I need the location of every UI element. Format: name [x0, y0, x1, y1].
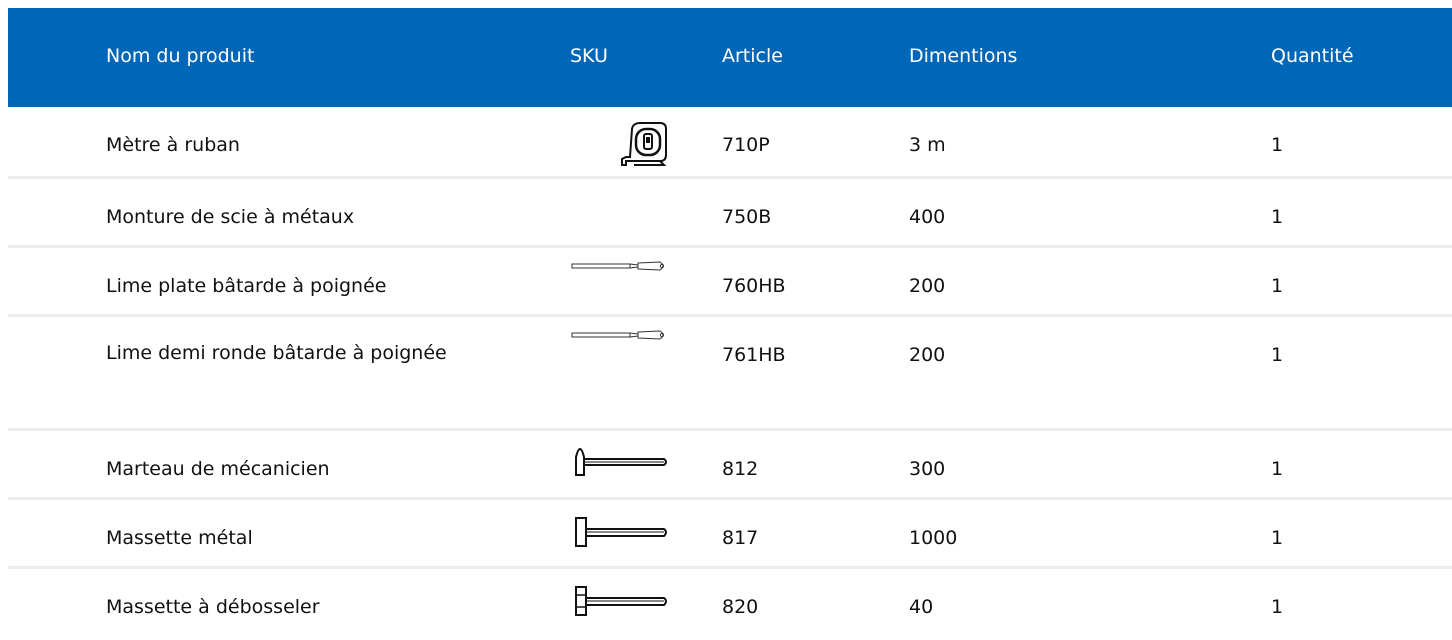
table-row[interactable]: Lime plate bâtarde à poignée 760HB 200 1 — [8, 248, 1452, 317]
table-row[interactable]: Lime demi ronde bâtarde à poignée 761HB … — [8, 317, 1452, 431]
table-row[interactable]: Monture de scie à métaux 750B 400 1 — [8, 179, 1452, 248]
dent-hammer-icon — [560, 579, 670, 629]
product-name: Monture de scie à métaux — [106, 206, 355, 228]
quantity-value: 1 — [1271, 596, 1284, 618]
flat-file-icon — [560, 258, 670, 308]
table-row[interactable]: Massette métal 817 1000 1 — [8, 500, 1452, 569]
table-row[interactable]: Mètre à ruban 710P 3 m 1 — [8, 107, 1452, 179]
article-number: 812 — [722, 458, 759, 480]
dimension-value: 200 — [909, 275, 946, 297]
sledgehammer-icon — [560, 510, 670, 560]
tape-measure-icon — [560, 119, 670, 169]
table-row[interactable]: Marteau de mécanicien 812 300 1 — [8, 431, 1452, 500]
machinist-hammer-icon — [560, 441, 670, 491]
article-number: 750B — [722, 206, 772, 228]
product-table: Nom du produit SKU Article Dimentions Qu… — [8, 8, 1452, 638]
table-row[interactable]: Massette à débosseler 820 40 1 — [8, 569, 1452, 638]
column-header-sku[interactable]: SKU — [570, 45, 608, 67]
column-header-name[interactable]: Nom du produit — [106, 45, 254, 67]
article-number: 761HB — [722, 344, 786, 366]
product-name: Marteau de mécanicien — [106, 458, 330, 480]
product-name: Massette à débosseler — [106, 596, 320, 618]
article-number: 820 — [722, 596, 759, 618]
column-header-dimensions[interactable]: Dimentions — [909, 45, 1017, 67]
quantity-value: 1 — [1271, 344, 1284, 366]
product-name: Lime plate bâtarde à poignée — [106, 275, 387, 297]
dimension-value: 200 — [909, 344, 946, 366]
dimension-value: 1000 — [909, 527, 958, 549]
table-header: Nom du produit SKU Article Dimentions Qu… — [8, 8, 1452, 107]
quantity-value: 1 — [1271, 527, 1284, 549]
product-name: Massette métal — [106, 527, 253, 549]
quantity-value: 1 — [1271, 206, 1284, 228]
column-header-article[interactable]: Article — [722, 45, 783, 67]
dimension-value: 400 — [909, 206, 946, 228]
dimension-value: 3 m — [909, 134, 946, 156]
product-name: Mètre à ruban — [106, 134, 240, 156]
article-number: 817 — [722, 527, 759, 549]
article-number: 760HB — [722, 275, 786, 297]
dimension-value: 40 — [909, 596, 934, 618]
column-header-quantity[interactable]: Quantité — [1271, 45, 1354, 67]
quantity-value: 1 — [1271, 275, 1284, 297]
article-number: 710P — [722, 134, 770, 156]
product-name: Lime demi ronde bâtarde à poignée — [106, 342, 447, 364]
quantity-value: 1 — [1271, 134, 1284, 156]
half-round-file-icon — [560, 327, 670, 377]
dimension-value: 300 — [909, 458, 946, 480]
quantity-value: 1 — [1271, 458, 1284, 480]
